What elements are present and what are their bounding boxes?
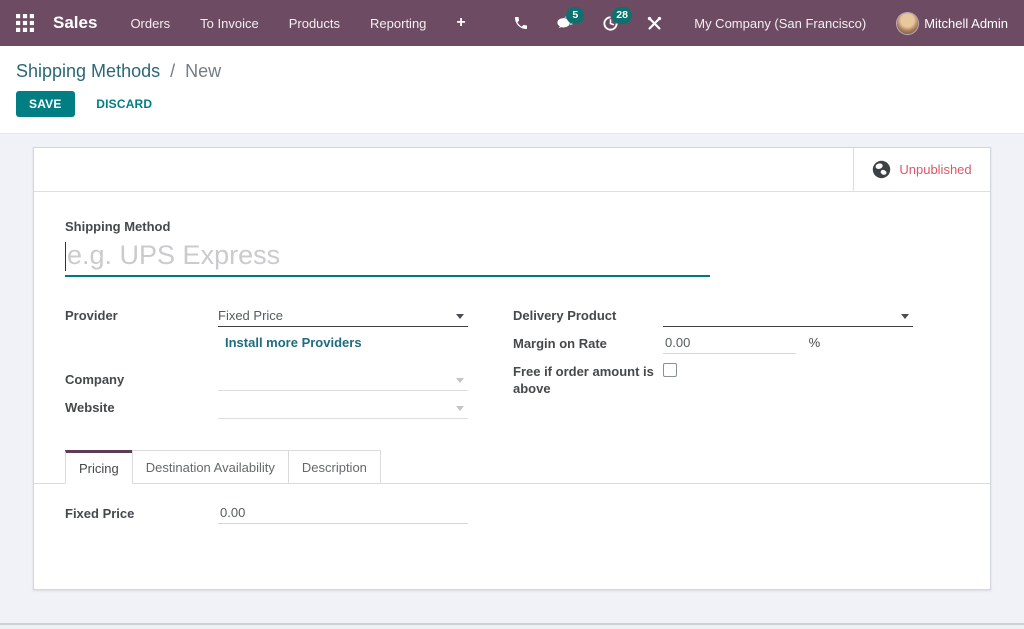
- breadcrumb-parent[interactable]: Shipping Methods: [16, 61, 160, 81]
- plus-icon[interactable]: +: [456, 14, 465, 32]
- free-over-checkbox[interactable]: [663, 363, 677, 377]
- text-cursor: [65, 242, 66, 271]
- margin-row: Margin on Rate %: [513, 333, 913, 355]
- discard-button[interactable]: DISCARD: [84, 91, 164, 117]
- activities-clock-icon[interactable]: 28: [602, 15, 619, 32]
- company-switcher[interactable]: My Company (San Francisco): [694, 16, 866, 31]
- fixed-price-label: Fixed Price: [65, 503, 218, 522]
- user-menu[interactable]: Mitchell Admin: [897, 13, 1008, 34]
- avatar: [897, 13, 918, 34]
- navbar-right: 5 28 My Company (San Francisco) Mitchell…: [486, 13, 1008, 34]
- shipping-method-field: [65, 239, 710, 277]
- chevron-down-icon: [456, 406, 464, 411]
- delivery-product-row: Delivery Product: [513, 305, 913, 327]
- margin-input[interactable]: [663, 333, 796, 354]
- activities-badge: 28: [612, 7, 632, 24]
- form-view: Unpublished Shipping Method Provider Fix…: [0, 134, 1024, 623]
- menu-to-invoice[interactable]: To Invoice: [200, 16, 259, 31]
- chevron-down-icon: [901, 314, 909, 319]
- provider-select[interactable]: Fixed Price: [218, 305, 468, 327]
- website-row: Website: [65, 397, 468, 419]
- grid-icon: [16, 14, 34, 32]
- messages-icon[interactable]: 5: [556, 15, 575, 32]
- provider-row: Provider Fixed Price: [65, 305, 468, 327]
- menu-products[interactable]: Products: [289, 16, 340, 31]
- delivery-product-label: Delivery Product: [513, 305, 663, 324]
- tab-pane-pricing: Fixed Price: [65, 484, 959, 589]
- install-providers-link[interactable]: Install more Providers: [218, 335, 362, 350]
- company-select[interactable]: [218, 369, 468, 391]
- notebook-tabs: Pricing Destination Availability Descrip…: [34, 450, 990, 484]
- save-button[interactable]: SAVE: [16, 91, 75, 117]
- website-label: Website: [65, 397, 218, 416]
- fixed-price-input[interactable]: [218, 503, 468, 524]
- breadcrumb: Shipping Methods / New: [16, 61, 1008, 82]
- company-row: Company: [65, 369, 468, 391]
- control-panel: Shipping Methods / New SAVE DISCARD: [0, 46, 1024, 134]
- tab-destination-availability[interactable]: Destination Availability: [132, 450, 289, 484]
- free-over-label: Free if order amount is above: [513, 361, 663, 397]
- crossed-tools-glyph: [646, 15, 663, 32]
- delivery-product-select[interactable]: [663, 305, 913, 327]
- margin-label: Margin on Rate: [513, 333, 663, 352]
- publish-toggle-button[interactable]: Unpublished: [853, 148, 990, 191]
- breadcrumb-separator: /: [170, 61, 175, 81]
- tab-pricing[interactable]: Pricing: [65, 450, 133, 484]
- form-sheet: Unpublished Shipping Method Provider Fix…: [33, 147, 991, 590]
- free-over-row: Free if order amount is above: [513, 361, 913, 397]
- app-name[interactable]: Sales: [53, 13, 97, 33]
- cp-buttons: SAVE DISCARD: [16, 91, 1008, 117]
- sheet-body: Shipping Method Provider Fixed Price: [34, 192, 990, 589]
- install-providers-row: Install more Providers: [65, 335, 468, 357]
- field-group: Provider Fixed Price Install more Provid…: [65, 305, 959, 425]
- group-left-column: Provider Fixed Price Install more Provid…: [65, 305, 468, 425]
- statusbar: Unpublished: [34, 148, 990, 192]
- provider-value: Fixed Price: [218, 308, 283, 323]
- breadcrumb-current: New: [185, 61, 221, 81]
- tools-icon[interactable]: [646, 15, 663, 32]
- messages-badge: 5: [566, 7, 584, 24]
- user-name: Mitchell Admin: [924, 16, 1008, 31]
- chevron-down-icon: [456, 378, 464, 383]
- phone-glyph: [513, 15, 529, 31]
- globe-icon: [872, 160, 891, 179]
- menu-orders[interactable]: Orders: [130, 16, 170, 31]
- group-right-column: Delivery Product Margin on Rate %: [513, 305, 913, 425]
- tab-description[interactable]: Description: [288, 450, 381, 484]
- fixed-price-row: Fixed Price: [65, 503, 959, 525]
- chevron-down-icon: [456, 314, 464, 319]
- window-bottom-edge: [0, 623, 1024, 629]
- website-select[interactable]: [218, 397, 468, 419]
- shipping-method-input[interactable]: [65, 239, 710, 277]
- percent-suffix: %: [809, 333, 821, 350]
- top-navbar: Sales Orders To Invoice Products Reporti…: [0, 0, 1024, 46]
- provider-label: Provider: [65, 305, 218, 324]
- menu-reporting[interactable]: Reporting: [370, 16, 426, 31]
- phone-icon[interactable]: [513, 15, 529, 31]
- shipping-method-label: Shipping Method: [65, 219, 959, 234]
- apps-menu-icon[interactable]: [16, 13, 36, 33]
- publish-status-label: Unpublished: [899, 162, 971, 177]
- company-label: Company: [65, 369, 218, 388]
